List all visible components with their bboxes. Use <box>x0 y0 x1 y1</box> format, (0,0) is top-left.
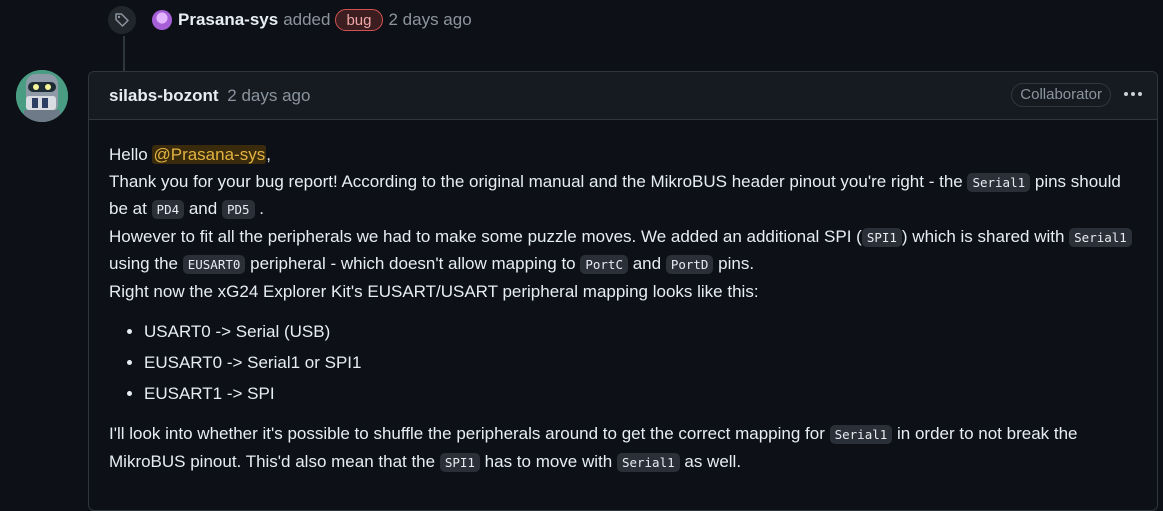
text-p2a: However to fit all the peripherals we ha… <box>109 226 862 246</box>
text-p2c: using the <box>109 254 183 273</box>
text-p4a: I'll look into whether it's possible to … <box>109 424 830 443</box>
paragraph-2: I'll look into whether it's possible to … <box>109 421 1137 476</box>
user-mention[interactable]: @Prasana-sys <box>152 145 267 164</box>
kebab-horizontal-icon[interactable] <box>1123 84 1143 104</box>
mapping-list: USART0 -> Serial (USB) EUSART0 -> Serial… <box>109 319 1137 407</box>
list-item: EUSART0 -> Serial1 or SPI1 <box>144 350 1137 376</box>
text-p4c: has to move with <box>479 451 617 471</box>
code-portd: PortD <box>665 255 714 274</box>
event-user-link[interactable]: Prasana-sys <box>178 10 278 30</box>
comment-author[interactable]: silabs-bozont <box>109 86 219 105</box>
label-event: Prasana-sys added bug 2 days ago <box>152 8 472 32</box>
avatar[interactable] <box>16 70 68 122</box>
text-p3: Right now the xG24 Explorer Kit's EUSART… <box>109 281 759 301</box>
text-p1c: and <box>184 199 222 218</box>
code-pd4: PD4 <box>151 200 185 219</box>
code-portc: PortC <box>580 255 628 274</box>
text-greeting: Hello <box>109 145 153 164</box>
text-p1a: Thank you for your bug report! According… <box>109 171 968 191</box>
text-greeting-end: , <box>266 145 271 164</box>
timeline-connector <box>123 36 125 72</box>
list-item: USART0 -> Serial (USB) <box>144 319 1137 345</box>
code-spi1: SPI1 <box>439 452 480 472</box>
text-p2b: ) which is shared with <box>901 226 1070 246</box>
code-eusart0: EUSART0 <box>182 255 246 274</box>
role-badge: Collaborator <box>1011 83 1111 107</box>
event-action: added <box>283 10 331 29</box>
comment-header: silabs-bozont 2 days ago Collaborator <box>89 72 1157 120</box>
event-user-avatar[interactable] <box>152 10 172 30</box>
list-item: EUSART1 -> SPI <box>144 381 1137 407</box>
paragraph-1: Hello @Prasana-sys, Thank you for your b… <box>109 142 1137 305</box>
text-p4d: as well. <box>679 451 742 471</box>
code-serial1: Serial1 <box>616 452 680 472</box>
event-time[interactable]: 2 days ago <box>389 10 472 30</box>
code-pd5: PD5 <box>221 200 255 219</box>
code-spi1: SPI1 <box>861 227 902 247</box>
text-p1d: . <box>254 199 264 218</box>
tag-icon <box>106 4 138 36</box>
comment-time[interactable]: 2 days ago <box>227 86 310 105</box>
comment: silabs-bozont 2 days ago Collaborator He… <box>88 71 1158 511</box>
text-p2f: pins. <box>713 254 755 273</box>
text-p2e: and <box>628 254 666 273</box>
text-p2d: peripheral - which doesn't allow mapping… <box>245 254 581 273</box>
code-serial1: Serial1 <box>829 425 893 444</box>
bug-label[interactable]: bug <box>335 9 383 31</box>
comment-body: Hello @Prasana-sys, Thank you for your b… <box>89 120 1157 476</box>
code-serial1: Serial1 <box>967 172 1031 192</box>
code-serial1: Serial1 <box>1069 227 1132 247</box>
